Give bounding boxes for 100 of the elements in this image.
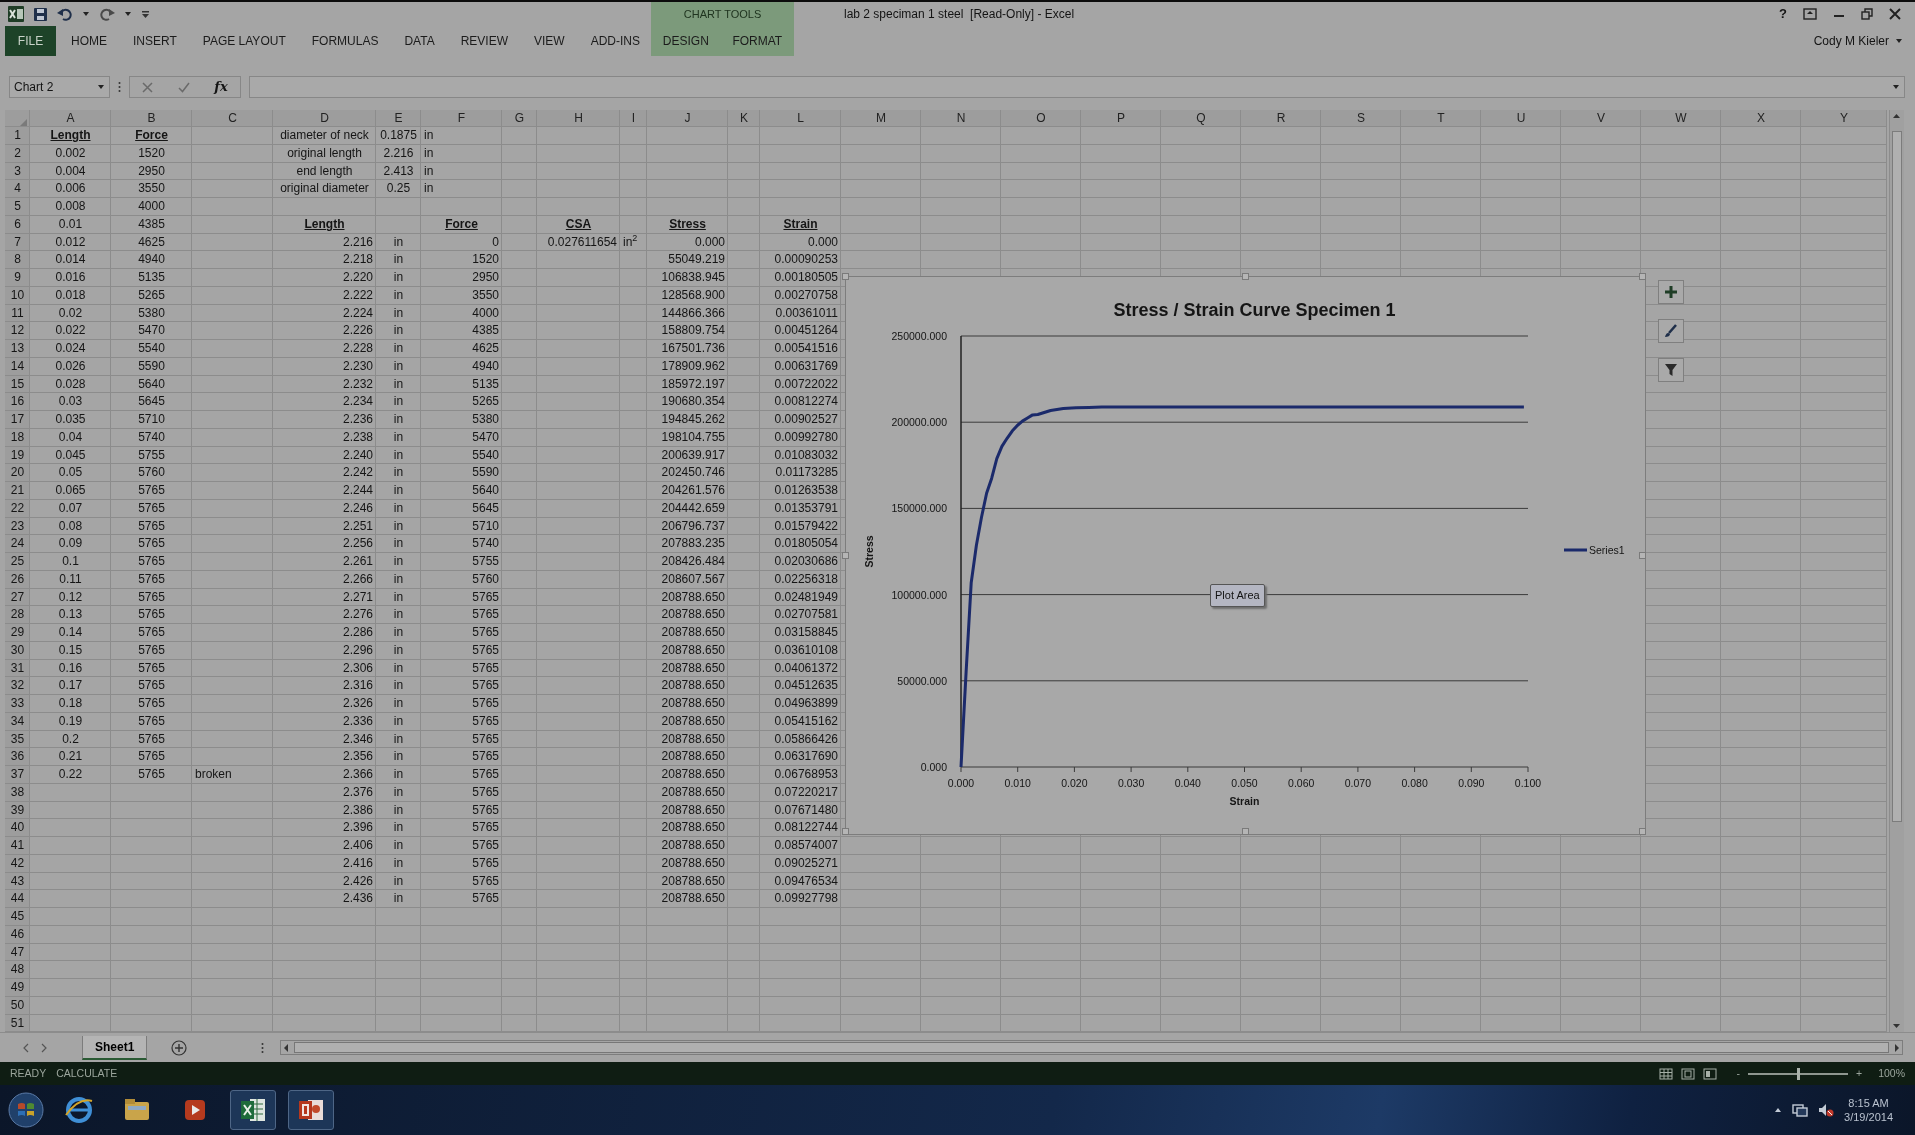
restore-icon[interactable] [1861, 8, 1873, 20]
show-hidden-icons-icon[interactable] [1774, 1107, 1783, 1113]
row-header[interactable]: 37 [5, 766, 30, 784]
row-header[interactable]: 4 [5, 180, 30, 198]
chart-elements-button[interactable] [1658, 280, 1684, 304]
redo-icon[interactable] [99, 7, 115, 21]
page-layout-icon[interactable] [1680, 1067, 1695, 1080]
name-box[interactable]: Chart 2 [9, 76, 110, 98]
ribbon-tab[interactable]: DESIGN [651, 26, 720, 56]
start-button-icon[interactable] [8, 1092, 44, 1128]
user-name[interactable]: Cody M Kieler [1813, 32, 1889, 50]
row-header[interactable]: 45 [5, 908, 30, 926]
formula-input[interactable] [249, 76, 1905, 98]
splitter-icon[interactable] [118, 81, 121, 93]
speaker-muted-icon[interactable] [1818, 1103, 1835, 1117]
zoom-thumb[interactable] [1796, 1067, 1800, 1080]
resize-handle[interactable] [842, 273, 849, 280]
table-cell-text: 0.00361011 [774, 304, 839, 322]
save-icon[interactable] [33, 6, 48, 22]
row-header[interactable]: 44 [5, 890, 30, 908]
vertical-scrollbar[interactable] [1889, 110, 1904, 1032]
resize-handle[interactable] [1639, 552, 1646, 559]
ribbon-tab[interactable]: DATA [393, 26, 446, 56]
network-icon[interactable] [1792, 1103, 1809, 1117]
page-break-icon[interactable] [1702, 1067, 1717, 1080]
row-header[interactable]: 40 [5, 819, 30, 837]
resize-handle[interactable] [1639, 273, 1646, 280]
table-cell-text: 0.08122744 [773, 819, 839, 837]
expand-icon[interactable] [1892, 83, 1901, 91]
undo-icon[interactable] [57, 7, 73, 21]
scroll-thumb[interactable] [1892, 130, 1902, 823]
row-header[interactable]: 16 [5, 393, 30, 411]
next-sheet-icon[interactable] [40, 1042, 48, 1053]
row-header[interactable]: 41 [5, 837, 30, 855]
ribbon-tab[interactable]: REVIEW [449, 26, 519, 56]
ribbon-tab[interactable]: ADD-INS [579, 26, 651, 56]
row-header[interactable]: 29 [5, 624, 30, 642]
file-tab[interactable]: FILE [5, 26, 56, 56]
row-header[interactable]: 36 [5, 748, 30, 766]
table-cell-text: 167501.736 [660, 340, 726, 357]
row-header[interactable]: 20 [5, 464, 30, 482]
scroll-right-icon[interactable] [1892, 1041, 1902, 1054]
normal-view-icon[interactable] [1658, 1067, 1673, 1080]
ribbon-tab[interactable]: FORMULAS [300, 26, 390, 56]
clock[interactable]: 8:15 AM 3/19/2014 [1844, 1096, 1893, 1124]
resize-handle[interactable] [842, 552, 849, 559]
row-header[interactable]: 28 [5, 606, 30, 624]
chart-area[interactable]: Stress / Strain Curve Specimen 1 0.000 50000.000 100000.000 150000.000 200000.000 250000.000 0.000 0.010 0.020 0.030 0.040 0.050 0.060 0.070 0.080 0.090 0.100 Strain Stress Series1 Plot Area [845, 276, 1646, 835]
previous-sheet-icon[interactable] [22, 1042, 30, 1053]
sheet-tab[interactable]: Sheet1 [82, 1035, 148, 1060]
row-header[interactable]: 8 [5, 251, 30, 269]
ribbon-tab[interactable]: HOME [60, 26, 118, 56]
row-header[interactable]: 49 [5, 979, 30, 997]
ribbon-tab[interactable]: INSERT [122, 26, 188, 56]
row-header[interactable]: 13 [5, 340, 30, 358]
caret-icon[interactable] [97, 83, 105, 91]
row-header[interactable]: 48 [5, 961, 30, 979]
row-header[interactable]: 21 [5, 482, 30, 500]
table-cell-text: in [392, 251, 405, 269]
resize-handle[interactable] [1242, 273, 1249, 280]
close-icon[interactable] [1889, 8, 1901, 20]
row-header[interactable]: 24 [5, 535, 30, 553]
table-cell-text: 0.09 [57, 535, 84, 553]
help-button[interactable]: ? [1779, 4, 1787, 24]
horizontal-scrollbar[interactable] [280, 1040, 1903, 1055]
table-cell-text: 0.13 [57, 606, 84, 624]
row-header[interactable]: 5 [5, 198, 30, 216]
row-header[interactable]: 17 [5, 411, 30, 429]
zoom-in-button[interactable]: + [1856, 1065, 1863, 1082]
ribbon-tab[interactable]: FORMAT [721, 26, 794, 56]
zoom-level[interactable]: 100% [1878, 1065, 1905, 1082]
chart-styles-button[interactable] [1658, 319, 1684, 343]
table-cell-text: 2.271 [341, 588, 374, 606]
ribbon-options-icon[interactable] [1803, 8, 1817, 20]
row-header[interactable]: 33 [5, 695, 30, 713]
zoom-out-button[interactable]: - [1736, 1065, 1740, 1082]
ribbon-tab[interactable]: PAGE LAYOUT [191, 26, 297, 56]
table-cell-text: 0.03610108 [773, 641, 839, 659]
row-header[interactable]: 25 [5, 553, 30, 571]
row-header[interactable]: 12 [5, 322, 30, 340]
row-header[interactable]: 1 [5, 127, 30, 145]
caret-icon[interactable] [1895, 37, 1903, 45]
splitter-icon[interactable] [261, 1041, 265, 1054]
resize-handle[interactable] [842, 828, 849, 835]
insert-function-button[interactable]: fx [214, 77, 228, 97]
check-icon[interactable] [177, 81, 190, 93]
caret-icon[interactable] [82, 10, 90, 18]
table-cell-text: 4625 [137, 233, 166, 251]
ribbon-tab[interactable]: VIEW [523, 26, 576, 56]
chart-filters-button[interactable] [1658, 358, 1684, 382]
tooltip: Plot Area [1210, 584, 1265, 607]
row-header[interactable]: 32 [5, 677, 30, 695]
resize-handle[interactable] [1639, 828, 1646, 835]
caret-icon[interactable] [124, 10, 132, 18]
scroll-thumb[interactable] [294, 1042, 1889, 1053]
row-header[interactable]: 9 [5, 269, 30, 287]
browser-icon[interactable] [64, 1095, 94, 1125]
resize-handle[interactable] [1242, 828, 1249, 835]
add-sheet-icon[interactable] [171, 1039, 188, 1056]
customize-icon[interactable] [141, 9, 150, 19]
